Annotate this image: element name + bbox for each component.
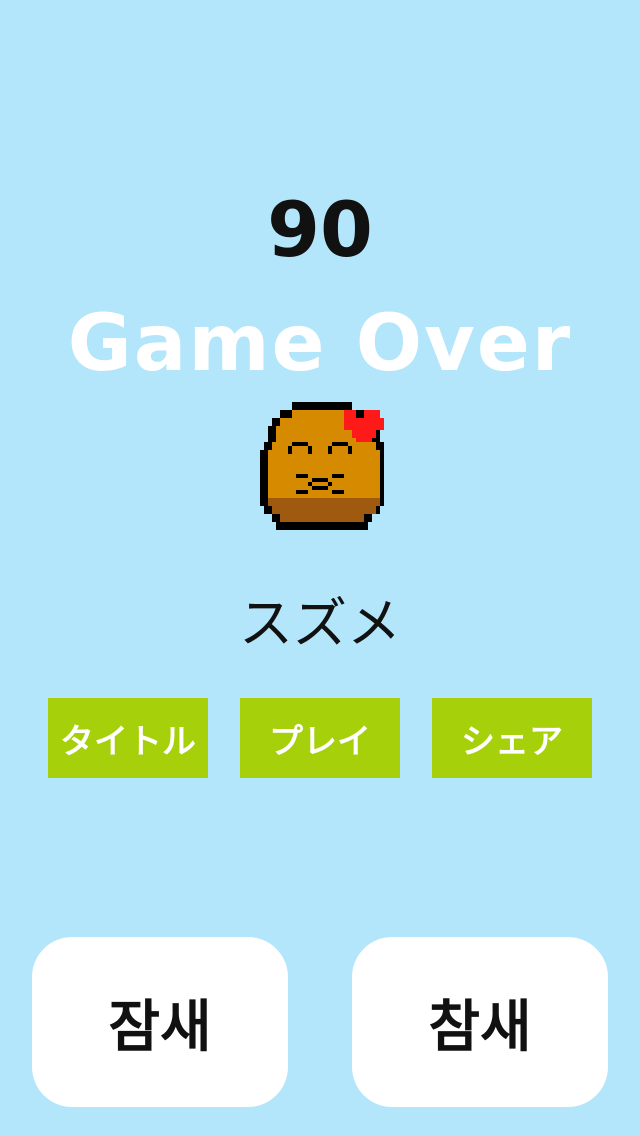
character-name: スズメ <box>239 592 401 655</box>
game-over-heading: Game Over <box>67 299 573 389</box>
title-button[interactable]: タイトル <box>48 698 208 778</box>
score-display: 90 <box>267 185 373 274</box>
answer-button-right[interactable]: 참새 <box>352 937 608 1107</box>
potato-bird-icon <box>260 402 384 530</box>
answer-button-left[interactable]: 잠새 <box>32 937 288 1107</box>
play-button[interactable]: プレイ <box>240 698 400 778</box>
share-button[interactable]: シェア <box>432 698 592 778</box>
